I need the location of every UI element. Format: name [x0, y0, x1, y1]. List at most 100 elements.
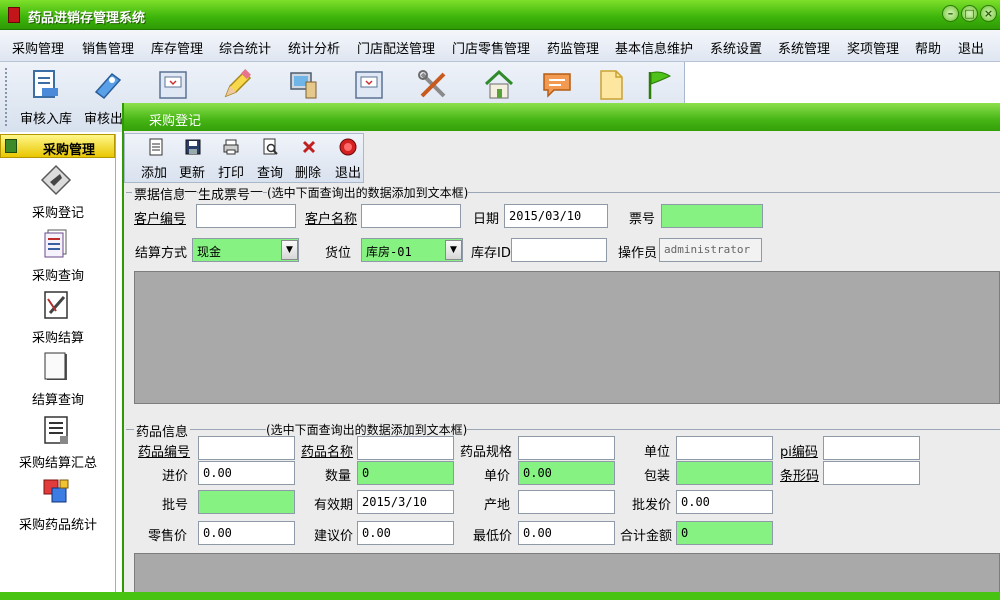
menu-item-exit[interactable]: 退出	[958, 38, 984, 57]
print-icon[interactable]	[222, 138, 240, 156]
query-button[interactable]: 查询	[257, 162, 283, 181]
drug-name-label[interactable]: 药品名称	[301, 441, 353, 460]
batch-no-label: 批号	[162, 498, 189, 513]
sidebar-header[interactable]: 采购管理	[0, 134, 115, 158]
close-button[interactable]: ×	[980, 5, 997, 22]
save-icon[interactable]	[184, 138, 202, 156]
menu-item-help[interactable]: 帮助	[915, 38, 941, 57]
total-amount-field[interactable]: 0	[676, 521, 773, 545]
drug-name-field[interactable]	[357, 436, 454, 460]
ticket-data-grid[interactable]	[134, 271, 1000, 404]
delete-icon[interactable]	[300, 138, 318, 156]
retail-price-label: 零售价	[148, 529, 188, 544]
chevron-down-icon[interactable]: ▼	[281, 240, 298, 260]
update-button[interactable]: 更新	[179, 162, 205, 181]
chevron-down-icon[interactable]: ▼	[445, 240, 462, 260]
folder-icon	[5, 139, 17, 153]
generate-ticket-no-button[interactable]: 生成票号	[198, 184, 251, 203]
search-icon[interactable]	[261, 138, 279, 156]
window-title: 药品进销存管理系统	[28, 11, 146, 26]
stock-out-audit-icon[interactable]	[90, 68, 124, 102]
purchase-price-field[interactable]: 0.00	[198, 461, 295, 485]
min-price-label: 最低价	[473, 529, 513, 544]
menu-item-inventory[interactable]: 库存管理	[151, 38, 203, 57]
sidebar-item-settlement-summary[interactable]: 采购结算汇总	[0, 414, 116, 474]
ticket-no-field[interactable]	[661, 204, 763, 228]
barcode-field[interactable]	[823, 461, 920, 485]
monitor-icon[interactable]	[352, 68, 386, 102]
toolbar-stock-in-audit-label[interactable]: 审核入库	[20, 108, 72, 127]
quantity-field[interactable]: 0	[357, 461, 454, 485]
app-icon	[8, 7, 20, 23]
unit-price-label: 单价	[484, 469, 511, 484]
unit-label: 单位	[644, 445, 671, 460]
stock-in-audit-icon[interactable]	[28, 68, 62, 102]
maximize-button[interactable]: □	[961, 5, 978, 22]
packaging-field[interactable]	[676, 461, 773, 485]
sidebar-item-purchase-register[interactable]: 采购登记	[0, 164, 116, 224]
sidebar-item-settlement-query[interactable]: 结算查询	[0, 351, 116, 411]
toolbar-stock-out-audit-label[interactable]: 审核出	[84, 108, 123, 127]
computer-icon[interactable]	[286, 68, 320, 102]
min-price-field[interactable]: 0.00	[518, 521, 615, 545]
drug-id-field[interactable]	[198, 436, 295, 460]
suggested-price-field[interactable]: 0.00	[357, 521, 454, 545]
menu-item-system-settings[interactable]: 系统设置	[710, 38, 762, 57]
total-amount-label: 合计金额	[620, 529, 673, 544]
origin-field[interactable]	[518, 490, 615, 514]
add-icon[interactable]	[147, 138, 165, 156]
sidebar-item-label: 采购登记	[31, 206, 84, 221]
drug-spec-field[interactable]	[518, 436, 615, 460]
pencil-icon[interactable]	[220, 68, 254, 102]
sidebar-item-purchase-settlement[interactable]: 采购结算	[0, 289, 116, 349]
message-icon[interactable]	[540, 68, 574, 102]
barcode-label[interactable]: 条形码	[780, 465, 819, 484]
retail-price-field[interactable]: 0.00	[198, 521, 295, 545]
sidebar-item-label: 采购查询	[31, 269, 84, 284]
monitor-icon[interactable]	[156, 68, 190, 102]
menu-item-stats-analysis[interactable]: 统计分析	[288, 38, 340, 57]
exit-icon[interactable]	[339, 138, 357, 156]
delete-button[interactable]: 删除	[295, 162, 321, 181]
stock-id-field[interactable]	[511, 238, 607, 262]
purchase-price-label: 进价	[162, 469, 189, 484]
tools-icon[interactable]	[416, 68, 450, 102]
document-icon[interactable]	[594, 68, 628, 102]
menu-item-store-retail[interactable]: 门店零售管理	[452, 38, 530, 57]
exit-button[interactable]: 退出	[335, 162, 361, 181]
customer-name-label[interactable]: 客户名称	[305, 208, 357, 227]
customer-id-label[interactable]: 客户编号	[134, 208, 186, 227]
drug-id-label[interactable]: 药品编号	[138, 441, 190, 460]
customer-id-field[interactable]	[196, 204, 296, 228]
toolbar-grip[interactable]	[5, 68, 8, 126]
sidebar-item-purchase-query[interactable]: 采购查询	[0, 227, 116, 287]
menu-item-sales[interactable]: 销售管理	[82, 38, 134, 57]
pi-code-field[interactable]	[823, 436, 920, 460]
home-icon[interactable]	[482, 68, 516, 102]
sidebar-item-purchase-drug-stats[interactable]: 采购药品统计	[0, 476, 116, 536]
child-window-titlebar[interactable]: 采购登记	[124, 103, 1000, 131]
menu-item-store-delivery[interactable]: 门店配送管理	[357, 38, 435, 57]
customer-name-field[interactable]	[361, 204, 461, 228]
expiry-field[interactable]: 2015/3/10	[357, 490, 454, 514]
unit-price-field[interactable]: 0.00	[518, 461, 615, 485]
menu-item-system-management[interactable]: 系统管理	[778, 38, 830, 57]
batch-no-field[interactable]	[198, 490, 295, 514]
menu-item-awards[interactable]: 奖项管理	[847, 38, 899, 57]
sidebar-item-label: 采购结算	[31, 331, 84, 346]
unit-field[interactable]	[676, 436, 773, 460]
add-button[interactable]: 添加	[141, 162, 167, 181]
minimize-button[interactable]: –	[942, 5, 959, 22]
expiry-label: 有效期	[314, 498, 354, 513]
menu-item-drug-supervision[interactable]: 药监管理	[547, 38, 599, 57]
pi-code-label[interactable]: pi编码	[780, 441, 818, 460]
wholesale-price-field[interactable]: 0.00	[676, 490, 773, 514]
flag-icon[interactable]	[642, 68, 676, 102]
menu-item-comprehensive-stats[interactable]: 综合统计	[219, 38, 271, 57]
sidebar-item-label: 采购药品统计	[18, 518, 97, 533]
origin-label: 产地	[484, 498, 511, 513]
print-button[interactable]: 打印	[218, 162, 244, 181]
date-field[interactable]: 2015/03/10	[504, 204, 608, 228]
menu-item-purchase[interactable]: 采购管理	[12, 38, 64, 57]
menu-item-basic-info[interactable]: 基本信息维护	[615, 38, 693, 57]
